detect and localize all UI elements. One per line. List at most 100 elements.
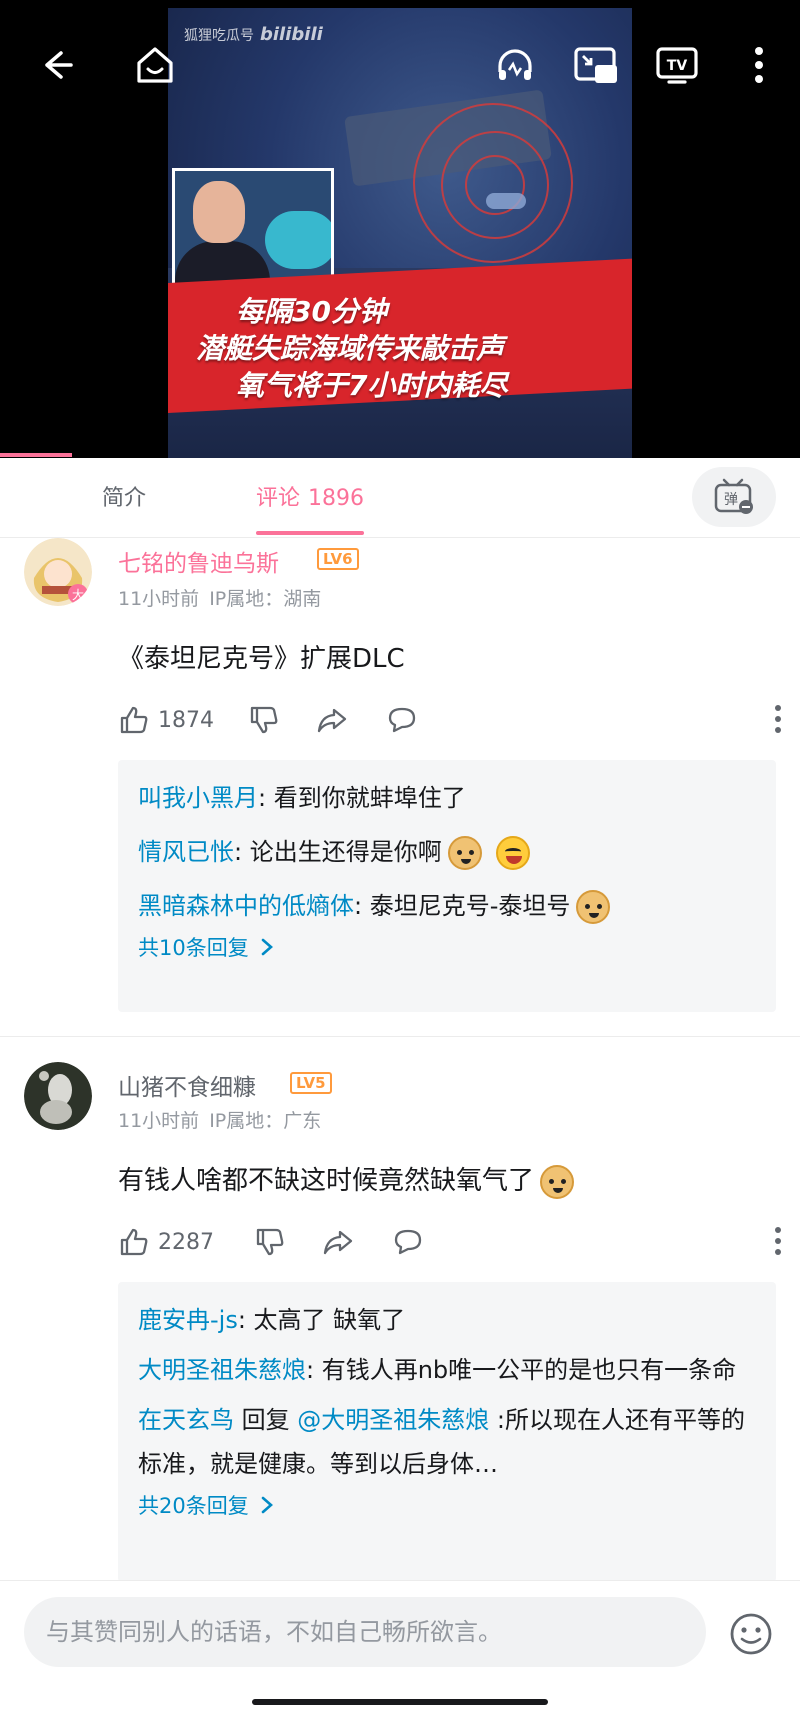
player-toolbar: TV xyxy=(0,0,800,130)
reply-item: 叫我小黑月: 看到你就蚌埠住了 xyxy=(138,776,756,820)
thumb-up-icon xyxy=(120,706,148,734)
thumb-down-icon xyxy=(250,706,278,734)
reply-bubble-icon xyxy=(394,1229,422,1255)
doge-emoji-icon xyxy=(540,1164,575,1199)
comment-actions: 2287 xyxy=(118,1226,782,1260)
more-vertical-icon xyxy=(775,705,781,733)
comment-more-button[interactable] xyxy=(774,704,782,738)
reply-item: 黑暗森林中的低熵体: 泰坦尼克号-泰坦号 xyxy=(138,884,756,928)
doge-emoji-icon xyxy=(576,890,611,924)
like-button[interactable]: 2287 xyxy=(118,1226,214,1258)
submarine-image xyxy=(486,193,526,209)
reply-username[interactable]: 黑暗森林中的低熵体 xyxy=(138,892,354,920)
danmaku-toggle-button[interactable]: 弹 xyxy=(692,467,776,527)
tab-intro[interactable]: 简介 xyxy=(102,480,146,512)
reply-text: : 看到你就蚌埠住了 xyxy=(258,784,466,812)
home-icon[interactable] xyxy=(130,40,180,90)
comment-input-bar xyxy=(0,1580,800,1715)
dislike-button[interactable] xyxy=(248,704,280,736)
reply-username[interactable]: 大明圣祖朱慈烺 xyxy=(138,1356,306,1384)
comment-username[interactable]: 山猪不食细糠 xyxy=(118,1068,256,1102)
video-player[interactable]: 狐狸吃瓜号 bilibili 每隔30分钟 潜艇失踪海域传来敲击声 氧气将于7小时… xyxy=(0,0,800,458)
grin-emoji-icon xyxy=(495,836,530,870)
reply-username[interactable]: 在天玄鸟 xyxy=(138,1406,234,1434)
level-badge: LV6 xyxy=(317,548,359,570)
more-icon[interactable] xyxy=(734,40,784,90)
tab-comments-count: 1896 xyxy=(308,486,365,511)
headline-text: 每隔30分钟 潜艇失踪海域传来敲击声 氧气将于7小时内耗尽 xyxy=(196,293,616,404)
reply-item: 鹿安冉-js: 太高了 缺氧了 xyxy=(138,1298,756,1342)
reply-item: 在天玄鸟 回复 @大明圣祖朱慈烺 :所以现在人还有平等的标准，就是健康。等到以后… xyxy=(138,1398,756,1486)
dislike-button[interactable] xyxy=(254,1226,286,1258)
headline-line: 每隔30分钟 xyxy=(236,295,387,328)
reply-button[interactable] xyxy=(392,1226,424,1258)
home-indicator xyxy=(252,1699,548,1705)
chevron-right-icon xyxy=(261,1496,273,1514)
view-all-replies-link[interactable]: 共20条回复 xyxy=(138,1490,756,1520)
cast-tv-icon[interactable]: TV xyxy=(652,40,702,90)
danmaku-toggle-icon: 弹 xyxy=(714,478,753,514)
reply-username[interactable]: 叫我小黑月 xyxy=(138,784,258,812)
pip-icon[interactable] xyxy=(570,40,620,90)
headline-line: 潜艇失踪海域传来敲击声 xyxy=(196,332,505,365)
like-button[interactable]: 1874 xyxy=(118,704,214,736)
reply-username[interactable]: 情风已怅 xyxy=(138,838,234,866)
comment-content: 《泰坦尼克号》扩展DLC xyxy=(118,644,405,674)
audio-icon[interactable] xyxy=(490,40,540,90)
tab-bar: 简介 评论 1896 xyxy=(0,458,800,538)
reply-button[interactable] xyxy=(386,704,418,736)
chevron-right-icon xyxy=(261,938,273,956)
active-tab-indicator xyxy=(256,531,364,535)
comment-input[interactable] xyxy=(24,1597,706,1667)
tab-comments[interactable]: 评论 1896 xyxy=(256,480,364,512)
comment-more-button[interactable] xyxy=(774,1226,782,1260)
headline-line: 氧气将于7小时内耗尽 xyxy=(236,369,508,402)
emoji-picker-icon xyxy=(730,1613,772,1655)
total-replies-label: 共20条回复 xyxy=(138,1494,249,1518)
reply-word: 回复 xyxy=(234,1406,298,1434)
total-replies-label: 共10条回复 xyxy=(138,936,249,960)
reply-text: : 太高了 缺氧了 xyxy=(237,1306,406,1334)
share-button[interactable] xyxy=(316,704,348,736)
reply-bubble-icon xyxy=(388,707,416,733)
reply-text: : 泰坦尼克号-泰坦号 xyxy=(354,892,571,920)
level-badge: LV5 xyxy=(290,1072,332,1094)
share-icon xyxy=(323,1230,353,1255)
view-all-replies-link[interactable]: 共10条回复 xyxy=(138,932,756,962)
tab-comments-label: 评论 xyxy=(256,486,301,511)
comment-time: 11小时前 xyxy=(118,588,200,610)
emoji-picker-button[interactable] xyxy=(728,1611,774,1657)
comment-username[interactable]: 七铭的鲁迪乌斯 xyxy=(118,544,279,578)
video-progress-bar[interactable] xyxy=(0,453,72,457)
avatar[interactable] xyxy=(24,1062,92,1130)
reply-item: 大明圣祖朱慈烺: 有钱人再nb唯一公平的是也只有一条命 xyxy=(138,1348,756,1392)
doge-emoji-icon xyxy=(447,836,482,870)
comment-meta: 11小时前 IP属地：湖南 xyxy=(118,584,321,611)
like-count: 2287 xyxy=(158,1229,214,1255)
comment-divider xyxy=(0,1036,800,1037)
like-count: 1874 xyxy=(158,707,214,733)
comment-ip: IP属地：广东 xyxy=(209,1110,322,1132)
comment-time: 11小时前 xyxy=(118,1110,200,1132)
reply-text: : 论出生还得是你啊 xyxy=(234,838,442,866)
back-icon[interactable] xyxy=(32,40,82,90)
comment-actions: 1874 xyxy=(118,704,782,738)
inset-photo xyxy=(172,168,334,292)
share-icon xyxy=(317,708,347,733)
svg-text:弹: 弹 xyxy=(724,492,738,508)
avatar[interactable]: 大 xyxy=(24,538,92,606)
reply-username[interactable]: 鹿安冉-js xyxy=(138,1306,238,1334)
comment-meta: 11小时前 IP属地：广东 xyxy=(118,1106,321,1133)
share-button[interactable] xyxy=(322,1226,354,1258)
mention-link[interactable]: @大明圣祖朱慈烺 xyxy=(297,1406,489,1434)
comment-content: 有钱人啥都不缺这时候竟然缺氧气了 xyxy=(118,1160,575,1199)
reply-preview-box[interactable]: 叫我小黑月: 看到你就蚌埠住了 情风已怅: 论出生还得是你啊 黑暗森林中的低熵体… xyxy=(118,760,776,1012)
thumb-down-icon xyxy=(256,1228,284,1256)
thumb-up-icon xyxy=(120,1228,148,1256)
reply-text: : 有钱人再nb唯一公平的是也只有一条命 xyxy=(306,1356,737,1384)
reply-item: 情风已怅: 论出生还得是你啊 xyxy=(138,830,756,874)
reply-preview-box[interactable]: 鹿安冉-js: 太高了 缺氧了 大明圣祖朱慈烺: 有钱人再nb唯一公平的是也只有… xyxy=(118,1282,776,1582)
svg-text:TV: TV xyxy=(667,58,688,74)
svg-text:大: 大 xyxy=(72,588,84,602)
comment-text: 有钱人啥都不缺这时候竟然缺氧气了 xyxy=(118,1166,535,1196)
